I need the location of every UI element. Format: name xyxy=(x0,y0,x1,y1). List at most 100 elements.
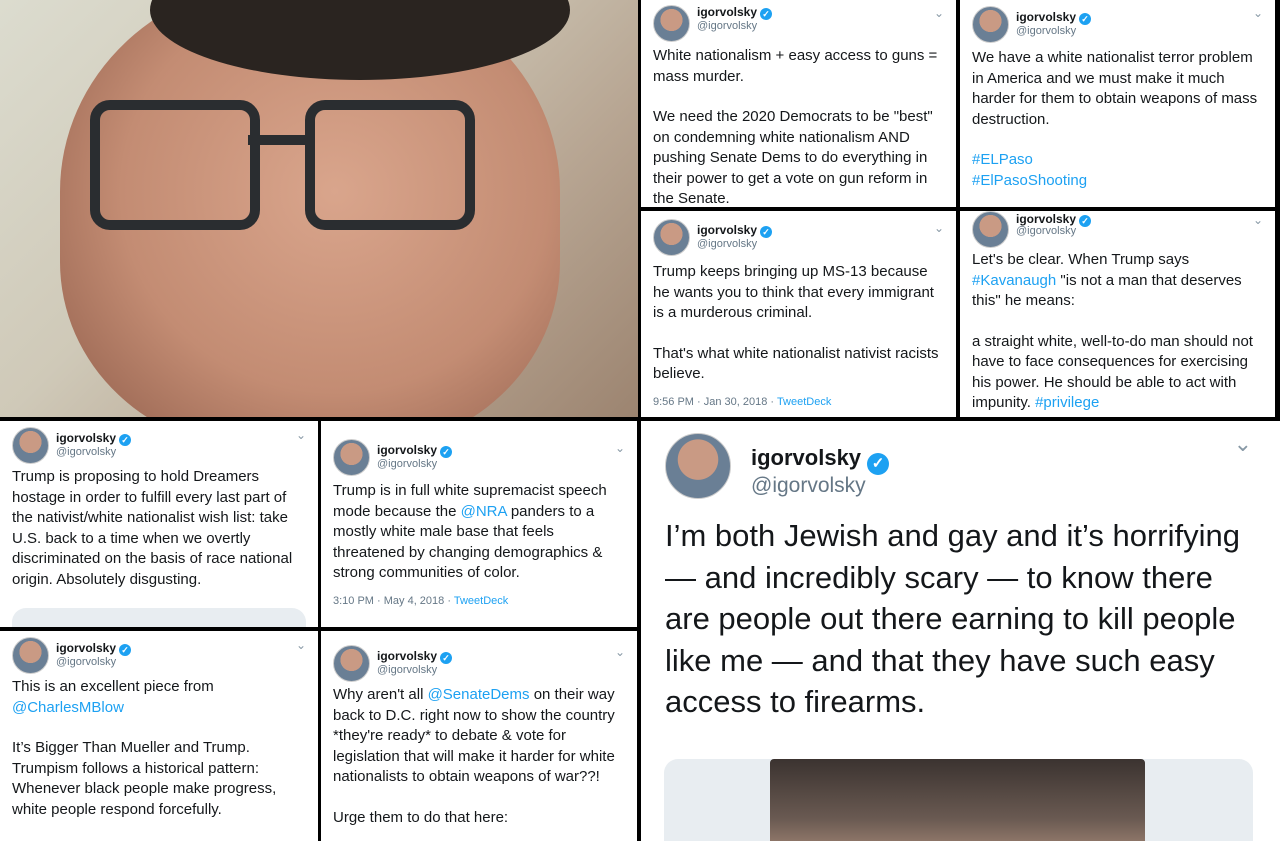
user-handle[interactable]: @igorvolsky xyxy=(1016,25,1076,37)
text-segment: Let's be clear. When Trump says xyxy=(972,251,1190,268)
avatar[interactable] xyxy=(12,637,49,674)
tweet-paragraph: White nationalism + easy access to guns … xyxy=(653,47,938,85)
user-name-label: igorvolsky xyxy=(1016,10,1077,24)
user-handle[interactable]: @igorvolsky xyxy=(56,656,116,668)
tweet-text: White nationalism + easy access to guns … xyxy=(653,46,944,207)
timestamp-text: 9:56 PM · Jan 30, 2018 · xyxy=(653,396,777,408)
verified-icon: ✓ xyxy=(867,453,890,475)
tweet-text: Trump keeps bringing up MS-13 because he… xyxy=(653,262,944,405)
chevron-down-icon[interactable]: ⌄ xyxy=(1234,431,1252,457)
verified-icon: ✓ xyxy=(1079,13,1092,25)
user-name-label: igorvolsky xyxy=(697,5,758,19)
tweet-paragraph: Urge them to do that here: xyxy=(333,808,509,826)
tweet-paragraph: That's what white nationalist nativist r… xyxy=(653,344,939,383)
chevron-down-icon[interactable]: ⌄ xyxy=(1253,6,1263,20)
verified-icon: ✓ xyxy=(440,446,453,458)
tweet-card[interactable]: igorvolsky ✓ @igorvolsky ⌄ Let's be clear… xyxy=(960,211,1275,417)
user-name[interactable]: igorvolsky ✓ xyxy=(697,223,773,238)
tweet-card[interactable]: igorvolsky ✓ @igorvolsky ⌄ Trump is propo… xyxy=(0,421,318,627)
avatar[interactable] xyxy=(653,5,690,42)
tweet-text: Let's be clear. When Trump says #Kavanau… xyxy=(972,250,1263,417)
chevron-down-icon[interactable]: ⌄ xyxy=(934,6,944,20)
tweet-card[interactable]: igorvolsky ✓ @igorvolsky ⌄ We have a whit… xyxy=(960,0,1275,207)
avatar[interactable] xyxy=(653,219,690,256)
avatar[interactable] xyxy=(665,433,731,499)
glasses-right-lens xyxy=(305,100,475,230)
user-name[interactable]: igorvolsky ✓ xyxy=(377,649,453,664)
media-preview-card[interactable] xyxy=(664,759,1253,841)
tweet-text: Trump is in full white supremacist speec… xyxy=(333,481,625,584)
avatar[interactable] xyxy=(972,211,1009,248)
tweet-paragraph: Why aren't all @SenateDems on their way … xyxy=(333,685,625,788)
text-segment: Why aren't all xyxy=(333,686,428,703)
glasses-left-lens xyxy=(90,100,260,230)
source-link[interactable]: TweetDeck xyxy=(454,595,508,607)
media-image xyxy=(770,759,1145,841)
user-name[interactable]: igorvolsky ✓ xyxy=(56,431,132,446)
link-preview-card[interactable] xyxy=(12,608,306,627)
verified-icon: ✓ xyxy=(440,652,453,664)
tweet-text: This is an excellent piece from @Charles… xyxy=(12,677,306,840)
chevron-down-icon[interactable]: ⌄ xyxy=(615,441,625,455)
tweet-card[interactable]: igorvolsky ✓ @igorvolsky ⌄ Trump keeps br… xyxy=(641,211,956,417)
user-name-label: igorvolsky xyxy=(1016,212,1077,226)
tweet-paragraph: We need the 2020 Democrats to be "best" … xyxy=(653,108,933,207)
tweet-paragraph: This is an excellent piece from @Charles… xyxy=(12,677,306,718)
tweet-paragraph: a straight white, well-to-do man should … xyxy=(972,332,1263,414)
user-name-label: igorvolsky xyxy=(751,445,862,470)
tweet-card-large[interactable]: igorvolsky ✓ @igorvolsky ⌄ I’m both Jewis… xyxy=(641,421,1280,841)
user-name[interactable]: igorvolsky ✓ xyxy=(697,5,773,20)
avatar[interactable] xyxy=(333,439,370,476)
user-name[interactable]: igorvolsky ✓ xyxy=(751,445,890,475)
user-handle[interactable]: @igorvolsky xyxy=(751,474,866,498)
user-name-label: igorvolsky xyxy=(697,223,758,237)
mention-link[interactable]: @NRA xyxy=(461,503,507,520)
verified-icon: ✓ xyxy=(119,644,132,656)
hashtag-link[interactable]: #privilege xyxy=(1035,394,1099,411)
tweet-paragraph: It’s Bigger Than Mueller and Trump. Trum… xyxy=(12,739,277,818)
tweet-card[interactable]: igorvolsky ✓ @igorvolsky ⌄ White national… xyxy=(641,0,956,207)
user-handle[interactable]: @igorvolsky xyxy=(697,20,757,32)
hashtag-link[interactable]: #Kavanaugh xyxy=(972,272,1056,289)
user-handle[interactable]: @igorvolsky xyxy=(1016,225,1076,237)
user-name[interactable]: igorvolsky ✓ xyxy=(377,443,453,458)
tweet-text: Trump is proposing to hold Dreamers host… xyxy=(12,468,293,588)
mention-link[interactable]: @CharlesMBlow xyxy=(12,699,124,716)
tweet-paragraph: We have a white nationalist terror probl… xyxy=(972,49,1258,128)
user-handle[interactable]: @igorvolsky xyxy=(377,664,437,676)
user-name-label: igorvolsky xyxy=(377,443,438,457)
chevron-down-icon[interactable]: ⌄ xyxy=(934,221,944,235)
user-name-label: igorvolsky xyxy=(56,641,117,655)
avatar[interactable] xyxy=(972,6,1009,43)
chevron-down-icon[interactable]: ⌄ xyxy=(1253,213,1263,227)
user-name-label: igorvolsky xyxy=(377,649,438,663)
timestamp-text: 3:10 PM · May 4, 2018 · xyxy=(333,595,454,607)
user-name[interactable]: igorvolsky ✓ xyxy=(56,641,132,656)
tweet-card[interactable]: igorvolsky ✓ @igorvolsky ⌄ Why aren't all… xyxy=(321,631,637,841)
chevron-down-icon[interactable]: ⌄ xyxy=(296,428,306,442)
text-segment: This is an excellent piece from xyxy=(12,678,214,695)
tweet-card[interactable]: igorvolsky ✓ @igorvolsky ⌄ This is an exc… xyxy=(0,631,318,841)
tweet-paragraph: Let's be clear. When Trump says #Kavanau… xyxy=(972,250,1263,312)
user-name-label: igorvolsky xyxy=(56,431,117,445)
tweet-card[interactable]: igorvolsky ✓ @igorvolsky ⌄ Trump is in fu… xyxy=(321,421,637,627)
verified-icon: ✓ xyxy=(760,226,773,238)
verified-icon: ✓ xyxy=(760,8,773,20)
chevron-down-icon[interactable]: ⌄ xyxy=(615,645,625,659)
avatar[interactable] xyxy=(333,645,370,682)
hashtag-link[interactable]: #ELPaso xyxy=(972,150,1263,171)
glasses-bridge xyxy=(248,135,308,145)
mention-link[interactable]: @SenateDems xyxy=(428,686,530,703)
tweet-text: I’m both Jewish and gay and it’s horrify… xyxy=(665,518,1240,719)
avatar[interactable] xyxy=(12,427,49,464)
user-handle[interactable]: @igorvolsky xyxy=(697,238,757,250)
hashtag-link[interactable]: #ElPasoShooting xyxy=(972,171,1263,192)
tweet-paragraph: Trump keeps bringing up MS-13 because he… xyxy=(653,263,934,321)
tweet-text: Why aren't all @SenateDems on their way … xyxy=(333,685,625,841)
source-link[interactable]: TweetDeck xyxy=(777,396,831,408)
chevron-down-icon[interactable]: ⌄ xyxy=(296,638,306,652)
tweet-timestamp: 9:56 PM · Jan 30, 2018 · TweetDeck xyxy=(653,396,831,408)
user-name[interactable]: igorvolsky ✓ xyxy=(1016,10,1092,25)
user-handle[interactable]: @igorvolsky xyxy=(56,446,116,458)
user-handle[interactable]: @igorvolsky xyxy=(377,458,437,470)
